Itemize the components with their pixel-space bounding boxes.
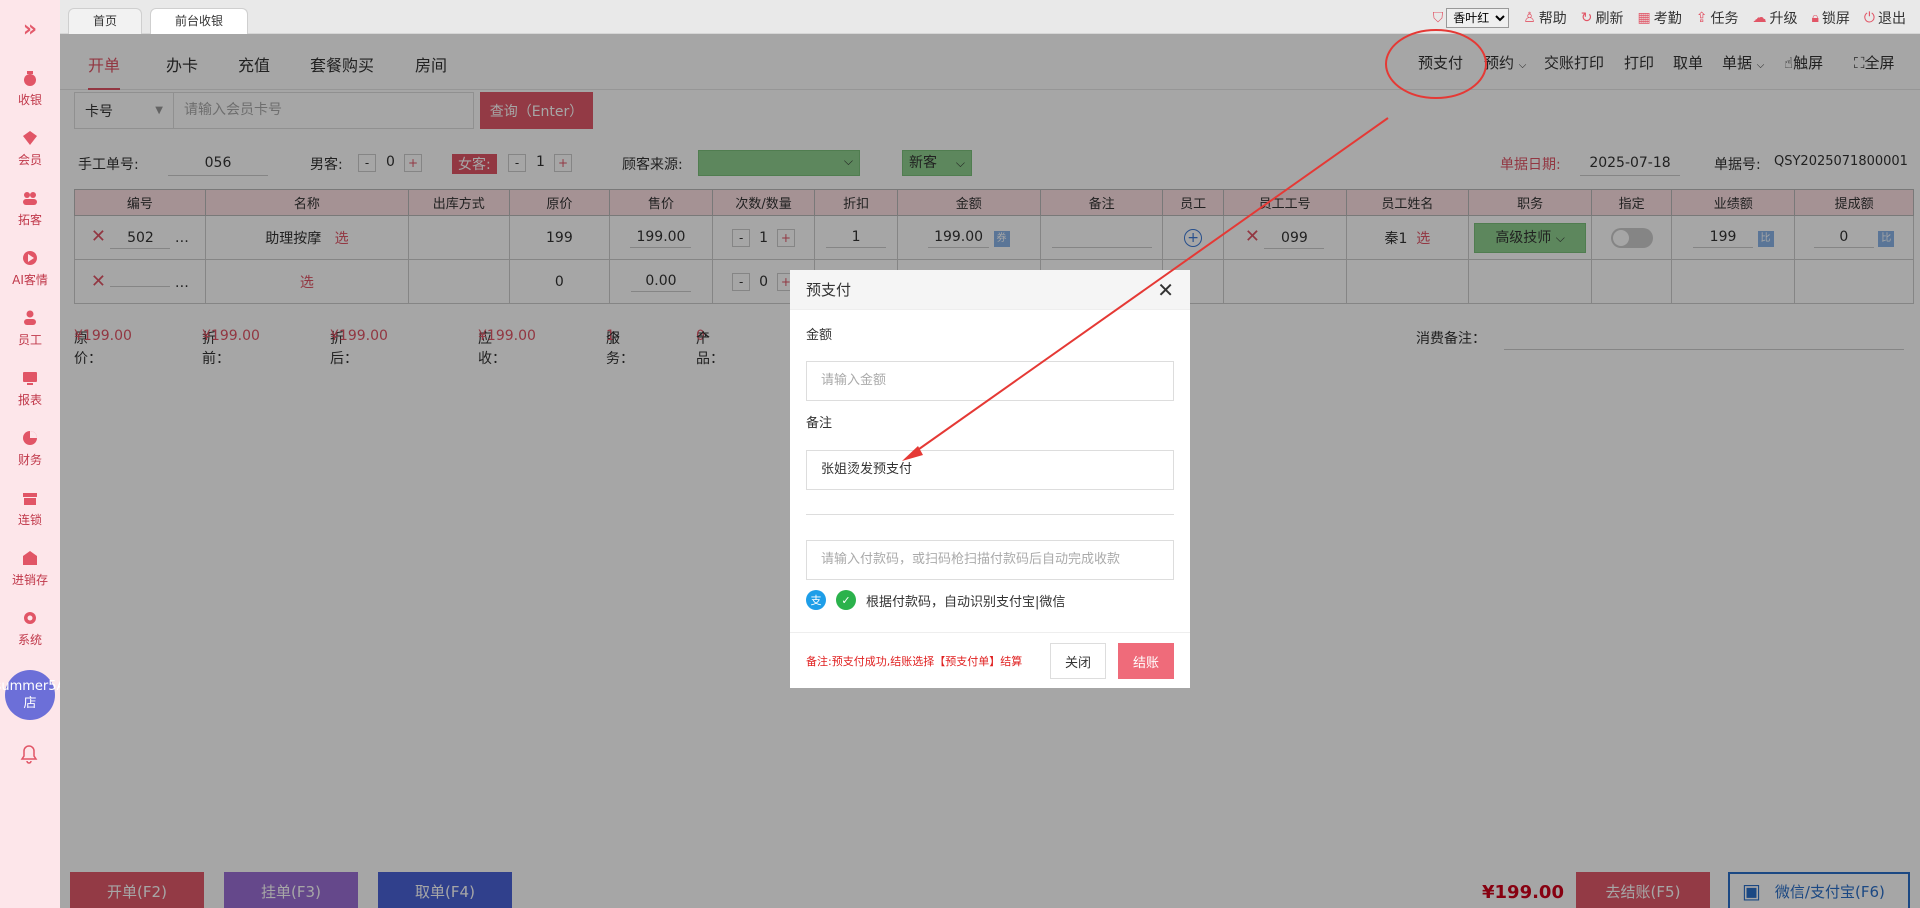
remark-label: 备注 — [806, 416, 833, 431]
dialog-header: 预支付 ✕ — [790, 270, 1190, 310]
help-button[interactable]: ♙ 帮助 — [1523, 8, 1567, 28]
pay-hint: 支 ✓ 根据付款码，自动识别支付宝|微信 — [806, 590, 1065, 610]
sidebar-item-5[interactable]: 报表 — [0, 358, 60, 418]
upload-icon: ⇪ — [1695, 10, 1708, 26]
sidebar-item-1[interactable]: 会员 — [0, 118, 60, 178]
sidebar-item-label: 财务 — [17, 452, 42, 467]
sidebar-item-0[interactable]: 收银 — [0, 58, 60, 118]
task-button[interactable]: ⇪ 任务 — [1696, 8, 1739, 28]
divider — [806, 514, 1174, 515]
sidebar-item-label: 报表 — [17, 392, 42, 407]
sidebar-item-label: 进销存 — [11, 572, 48, 587]
wechat-icon: ✓ — [836, 590, 856, 610]
avatar[interactable]: summer5A店 — [0, 670, 65, 720]
power-icon: ⏻ — [1863, 10, 1875, 26]
refresh-button[interactable]: ↻ 刷新 — [1581, 8, 1624, 28]
bell-icon[interactable] — [20, 744, 38, 768]
amount-label: 金额 — [806, 328, 833, 343]
amount-input[interactable]: 请输入金额 — [806, 361, 1174, 401]
sidebar-item-label: 拓客 — [17, 212, 42, 227]
money-bag-icon — [24, 70, 36, 86]
users-icon — [23, 191, 37, 205]
lock-icon: 🔒︎ — [1811, 10, 1819, 26]
dialog-title: 预支付 — [806, 281, 852, 299]
sidebar-item-8[interactable]: 进销存 — [0, 538, 60, 598]
warehouse-icon — [23, 550, 37, 565]
paycode-input[interactable]: 请输入付款码，或扫码枪扫描付款码后自动完成收款 — [806, 540, 1174, 580]
top-toolbar: ⛉ 香叶红 ♙ 帮助 ↻ 刷新 ▦ 考勤 ⇪ 任务 ☁ 升级 🔒︎ 锁屏 ⏻ 退出 — [1433, 8, 1906, 28]
sidebar-item-7[interactable]: 连锁 — [0, 478, 60, 538]
remark-input[interactable]: 张姐烫发预支付 — [806, 450, 1174, 490]
attendance-button[interactable]: ▦ 考勤 — [1638, 8, 1682, 28]
tab-cashier[interactable]: 前台收银 — [150, 8, 249, 34]
calendar-icon: ▦ — [1637, 10, 1651, 26]
lock-button[interactable]: 🔒︎ 锁屏 — [1811, 8, 1849, 28]
tab-bar: 首页 前台收银 ⛉ 香叶红 ♙ 帮助 ↻ 刷新 ▦ 考勤 ⇪ 任务 ☁ 升级 🔒︎ 锁屏 ⏻… — [60, 0, 1920, 34]
sidebar-item-4[interactable]: 员工 — [0, 298, 60, 358]
sidebar-item-label: 连锁 — [17, 512, 42, 527]
theme-select[interactable]: 香叶红 — [1446, 8, 1510, 28]
gear-icon — [24, 611, 36, 624]
user-icon: ♙ — [1523, 10, 1536, 26]
sidebar-item-6[interactable]: 财务 — [0, 418, 60, 478]
dialog-footer: 备注:预支付成功,结账选择【预支付单】结算 关闭 结账 — [790, 632, 1190, 688]
shirt-icon: ⛉ — [1432, 10, 1444, 26]
logout-button[interactable]: ⏻ 退出 — [1864, 8, 1906, 28]
sidebar-item-label: AI客情 — [12, 272, 48, 287]
close-button[interactable]: 关闭 — [1050, 643, 1106, 679]
sidebar-item-label: 员工 — [17, 332, 42, 347]
sidebar-item-label: 收银 — [17, 92, 42, 107]
play-icon — [23, 250, 37, 265]
sidebar-item-label: 会员 — [17, 152, 42, 167]
settle-button[interactable]: 结账 — [1118, 643, 1174, 679]
diamond-icon — [23, 130, 37, 145]
refresh-icon: ↻ — [1580, 10, 1593, 26]
sidebar-item-9[interactable]: 系统 — [0, 598, 60, 658]
person-icon — [24, 310, 36, 325]
upgrade-button[interactable]: ☁ 升级 — [1752, 8, 1797, 28]
prepay-note: 备注:预支付成功,结账选择【预支付单】结算 — [806, 655, 1023, 668]
cloud-icon: ☁ — [1752, 10, 1767, 26]
sidebar-item-label: 系统 — [17, 632, 42, 647]
store-icon — [23, 492, 37, 505]
sidebar: » 收银会员拓客 AI客情员工报表财务连锁进销存系统 summer5A店 — [0, 0, 65, 908]
sidebar-item-3[interactable]: AI客情 — [0, 238, 60, 298]
sidebar-item-2[interactable]: 拓客 — [0, 178, 60, 238]
close-icon[interactable]: ✕ — [1157, 278, 1174, 302]
expand-icon[interactable]: » — [0, 0, 60, 58]
alipay-icon: 支 — [806, 590, 826, 610]
tab-home[interactable]: 首页 — [68, 8, 143, 34]
prepay-dialog: 预支付 ✕ 金额 请输入金额 备注 张姐烫发预支付 请输入付款码，或扫码枪扫描付… — [790, 270, 1190, 688]
pie-icon — [23, 430, 37, 445]
monitor-icon — [23, 371, 37, 385]
